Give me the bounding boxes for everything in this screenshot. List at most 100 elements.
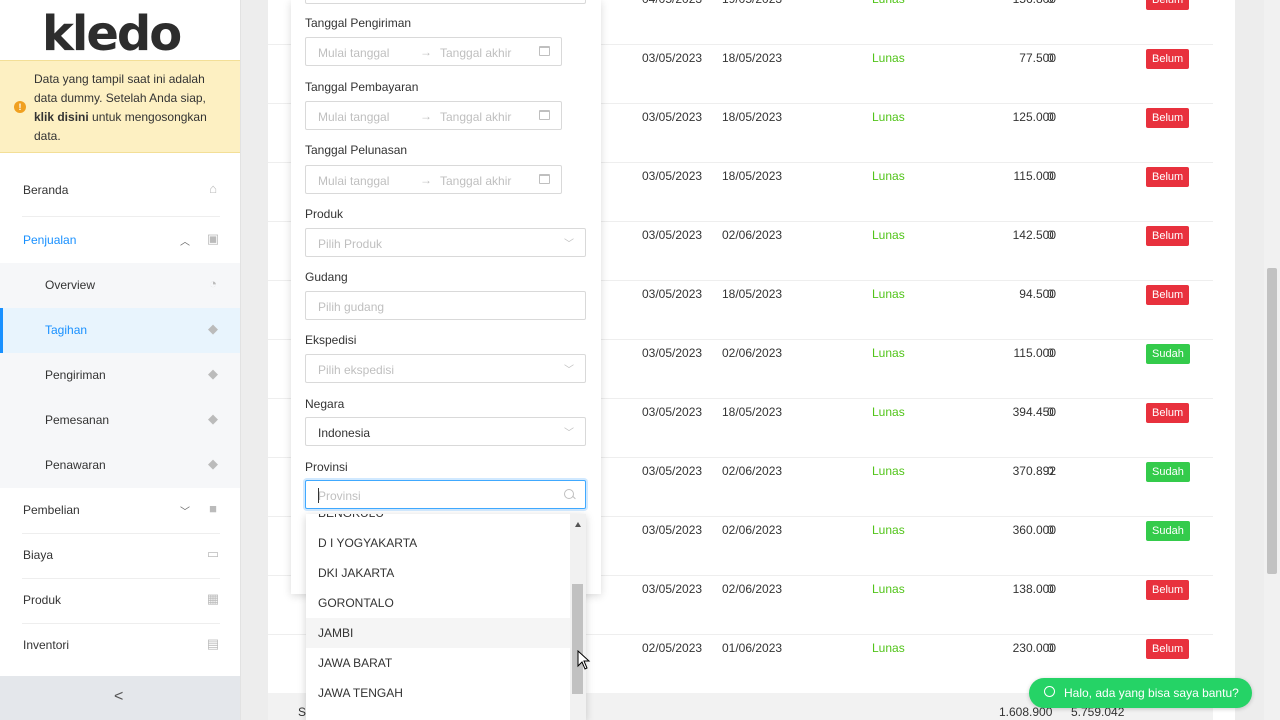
dropdown-scrollbar-thumb[interactable] (572, 584, 583, 694)
payment-date-label: Tanggal Pembayaran (305, 80, 419, 94)
shipping-date-label: Tanggal Pengiriman (305, 16, 412, 30)
payment-status: Lunas (872, 582, 905, 596)
sidebar-item-label: Pengiriman (45, 368, 106, 382)
chevron-up-icon: ︿ (180, 237, 190, 248)
province-option[interactable]: GORONTALO (306, 588, 570, 618)
invoice-date: 03/05/2023 (642, 346, 703, 360)
product-label: Produk (305, 207, 344, 221)
status-badge: Belum (1146, 49, 1190, 69)
sidebar-item-tagihan[interactable]: Tagihan ◆ (0, 308, 240, 353)
sidebar-item-label: Tagihan (45, 323, 88, 337)
status-badge: Belum (1146, 639, 1190, 659)
pie-chart-icon: ◔ (209, 276, 217, 291)
province-option[interactable]: JAMBI (306, 618, 570, 648)
invoice-date: 03/05/2023 (642, 464, 703, 478)
status-badge: Belum (1146, 403, 1190, 423)
tags-icon: ◆ (208, 411, 218, 426)
warehouse-select[interactable]: Pilih gudang (305, 291, 586, 320)
province-option[interactable]: BENGKULU (306, 514, 570, 528)
settlement-date-range[interactable]: Mulai tanggal → Tanggal akhir (305, 165, 562, 194)
whatsapp-chat-button[interactable]: Halo, ada yang bisa saya bantu? (1029, 678, 1252, 708)
sidebar-item-label: Biaya (23, 548, 54, 562)
status-badge: Belum (1146, 285, 1190, 305)
start-date-input[interactable]: Mulai tanggal (318, 110, 389, 124)
expedition-select[interactable]: Pilih ekspedisi ﹀ (305, 354, 586, 383)
warehouse-icon: ▤ (206, 636, 220, 651)
country-select[interactable]: Indonesia ﹀ (305, 417, 586, 446)
shipping-date-range[interactable]: Mulai tanggal → Tanggal akhir (305, 37, 562, 66)
status-badge: Belum (1146, 167, 1190, 187)
end-date-input[interactable]: Tanggal akhir (440, 46, 511, 60)
province-label: Provinsi (305, 460, 348, 474)
total-amount: 394.450 (1012, 405, 1056, 419)
invoice-date: 02/05/2023 (642, 641, 703, 655)
invoice-date: 03/05/2023 (642, 51, 703, 65)
arrow-right-icon: → (420, 45, 432, 59)
sidebar-item-pembelian[interactable]: Pembelian ﹀ ■ (0, 488, 240, 533)
warehouse-label: Gudang (305, 270, 348, 284)
kledo-logo[interactable]: kledo (42, 4, 202, 56)
dummy-data-notice: ! Data yang tampil saat ini adalah data … (0, 60, 240, 153)
province-option[interactable]: JAWA TENGAH (306, 678, 570, 708)
page-scrollbar-thumb[interactable] (1267, 268, 1277, 574)
calendar-icon (539, 110, 550, 120)
province-search-input[interactable]: Provinsi (305, 480, 586, 509)
text-caret (318, 488, 319, 503)
sidebar-collapse-button[interactable]: < (0, 676, 240, 720)
province-option[interactable]: DKI JAKARTA (306, 558, 570, 588)
search-icon (564, 489, 574, 499)
payment-status: Lunas (872, 405, 905, 419)
sidebar-item-biaya[interactable]: Biaya ▭ (0, 533, 240, 578)
product-placeholder: Pilih Produk (318, 237, 383, 251)
sidebar-item-produk[interactable]: Produk ▦ (0, 578, 240, 623)
mouse-cursor-icon (577, 650, 591, 670)
start-date-input[interactable]: Mulai tanggal (318, 174, 389, 188)
basket-icon: ▣ (206, 231, 220, 246)
status-badge: Belum (1146, 0, 1190, 10)
due-date: 18/05/2023 (722, 287, 783, 301)
sidebar-item-penjualan[interactable]: Penjualan ︿ ▣ (0, 218, 240, 263)
province-placeholder: Provinsi (318, 489, 361, 503)
total-amount: 370.892 (1012, 464, 1056, 478)
province-option[interactable]: D I YOGYAKARTA (306, 528, 570, 558)
active-indicator (0, 308, 3, 353)
due-date: 02/06/2023 (722, 228, 783, 242)
tags-icon: ◆ (208, 366, 218, 381)
due-date: 02/06/2023 (722, 464, 783, 478)
payment-date-range[interactable]: Mulai tanggal → Tanggal akhir (305, 101, 562, 130)
due-date: 02/06/2023 (722, 346, 783, 360)
end-date-input[interactable]: Tanggal akhir (440, 174, 511, 188)
notice-text: Data yang tampil saat ini adalah data du… (34, 72, 207, 143)
divider (22, 216, 220, 217)
due-date: 02/06/2023 (722, 523, 783, 537)
end-date-input[interactable]: Tanggal akhir (440, 110, 511, 124)
payment-status: Lunas (872, 169, 905, 183)
province-option[interactable]: JAWA BARAT (306, 648, 570, 678)
sidebar-item-overview[interactable]: Overview ◔ (0, 263, 240, 308)
sidebar-item-inventori[interactable]: Inventori ▤ (0, 623, 240, 668)
province-dropdown[interactable]: BENGKULUD I YOGYAKARTADKI JAKARTAGORONTA… (306, 514, 586, 720)
start-date-input[interactable]: Mulai tanggal (318, 46, 389, 60)
sidebar-item-pemesanan[interactable]: Pemesanan ◆ (0, 398, 240, 443)
due-date: 02/06/2023 (722, 582, 783, 596)
shopping-bag-icon: ■ (209, 501, 217, 516)
product-select[interactable]: Pilih Produk ﹀ (305, 228, 586, 257)
warehouse-placeholder: Pilih gudang (318, 300, 385, 314)
sidebar-item-pengiriman[interactable]: Pengiriman ◆ (0, 353, 240, 398)
status-badge: Sudah (1146, 344, 1190, 364)
sidebar-item-label: Inventori (23, 638, 70, 652)
total-amount: 125.000 (1012, 110, 1056, 124)
sidebar-item-beranda[interactable]: Beranda ⌂ (0, 168, 240, 213)
total-amount: 360.000 (1012, 523, 1056, 537)
sidebar-item-label: Pemesanan (45, 413, 110, 427)
payment-status: Lunas (872, 464, 905, 478)
status-badge: Belum (1146, 226, 1190, 246)
scroll-up-arrow-icon[interactable] (575, 522, 581, 527)
credit-card-icon: ▭ (206, 546, 220, 561)
notice-link[interactable]: klik disini (34, 110, 89, 124)
sidebar-item-penawaran[interactable]: Penawaran ◆ (0, 443, 240, 488)
total-amount: 142.500 (1012, 228, 1056, 242)
chevron-down-icon: ﹀ (180, 507, 190, 518)
whatsapp-icon (1044, 686, 1055, 697)
chevron-down-icon: ﹀ (564, 239, 574, 250)
